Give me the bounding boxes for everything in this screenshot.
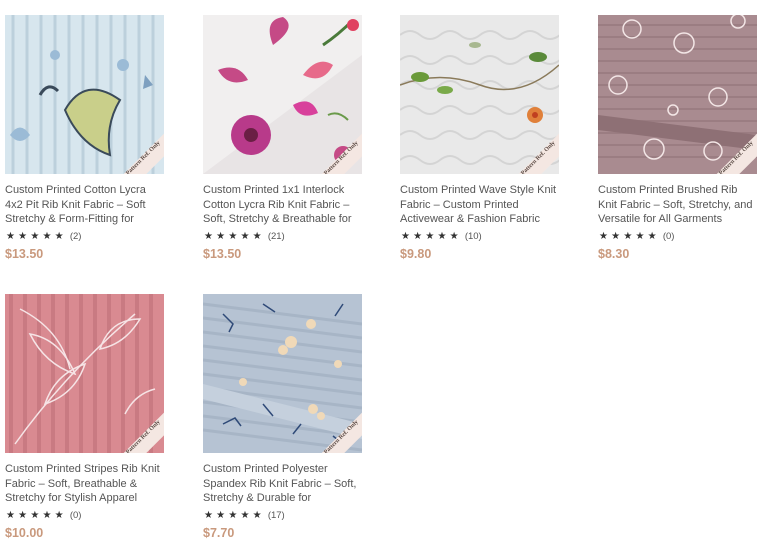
product-card[interactable]: Pattern Ref. Only Custom Printed Stripes… [5, 294, 165, 540]
review-count: (21) [267, 230, 285, 242]
product-price: $7.70 [203, 526, 235, 540]
product-title[interactable]: Custom Printed Wave Style Knit Fabric – … [400, 183, 558, 227]
product-image[interactable]: Pattern Ref. Only [598, 15, 757, 174]
product-card[interactable]: Pattern Ref. Only Custom Printed 1x1 Int… [203, 15, 363, 261]
star-rating-icon: ★★★★★ [599, 230, 660, 242]
product-image[interactable]: Pattern Ref. Only [203, 294, 362, 453]
star-rating-icon: ★★★★★ [204, 230, 265, 242]
product-rating: ★★★★★ (21) [203, 229, 363, 243]
star-rating-icon: ★★★★★ [401, 230, 462, 242]
review-count: (0) [662, 230, 675, 242]
review-count: (17) [267, 509, 285, 521]
product-card[interactable]: Pattern Ref. Only Custom Printed Wave St… [400, 15, 560, 261]
review-count: (0) [69, 509, 82, 521]
product-image[interactable]: Pattern Ref. Only [400, 15, 559, 174]
product-image[interactable]: Pattern Ref. Only [5, 294, 164, 453]
product-rating: ★★★★★ (2) [5, 229, 165, 243]
star-rating-icon: ★★★★★ [6, 509, 67, 521]
product-image[interactable]: Pattern Ref. Only [203, 15, 362, 174]
star-rating-icon: ★★★★★ [6, 230, 67, 242]
product-price: $13.50 [203, 247, 242, 261]
product-price: $13.50 [5, 247, 44, 261]
product-rating: ★★★★★ (0) [5, 508, 165, 522]
product-image[interactable]: Pattern Ref. Only [5, 15, 164, 174]
product-title[interactable]: Custom Printed 1x1 Interlock Cotton Lycr… [203, 183, 361, 227]
product-price: $9.80 [400, 247, 432, 261]
product-title[interactable]: Custom Printed Brushed Rib Knit Fabric –… [598, 183, 756, 227]
product-rating: ★★★★★ (10) [400, 229, 560, 243]
product-card[interactable]: Pattern Ref. Only Custom Printed Polyest… [203, 294, 363, 540]
star-rating-icon: ★★★★★ [204, 509, 265, 521]
product-title[interactable]: Custom Printed Cotton Lycra 4x2 Pit Rib … [5, 183, 163, 227]
review-count: (2) [69, 230, 82, 242]
product-title[interactable]: Custom Printed Polyester Spandex Rib Kni… [203, 462, 361, 506]
product-grid: Pattern Ref. Only Custom Printed Cotton … [0, 0, 764, 552]
product-rating: ★★★★★ (0) [598, 229, 758, 243]
review-count: (10) [464, 230, 482, 242]
product-price: $10.00 [5, 526, 44, 540]
product-card[interactable]: Pattern Ref. Only Custom Printed Cotton … [5, 15, 165, 261]
product-card[interactable]: Pattern Ref. Only Custom Printed Brushed… [598, 15, 758, 261]
product-price: $8.30 [598, 247, 630, 261]
product-title[interactable]: Custom Printed Stripes Rib Knit Fabric –… [5, 462, 163, 506]
product-rating: ★★★★★ (17) [203, 508, 363, 522]
